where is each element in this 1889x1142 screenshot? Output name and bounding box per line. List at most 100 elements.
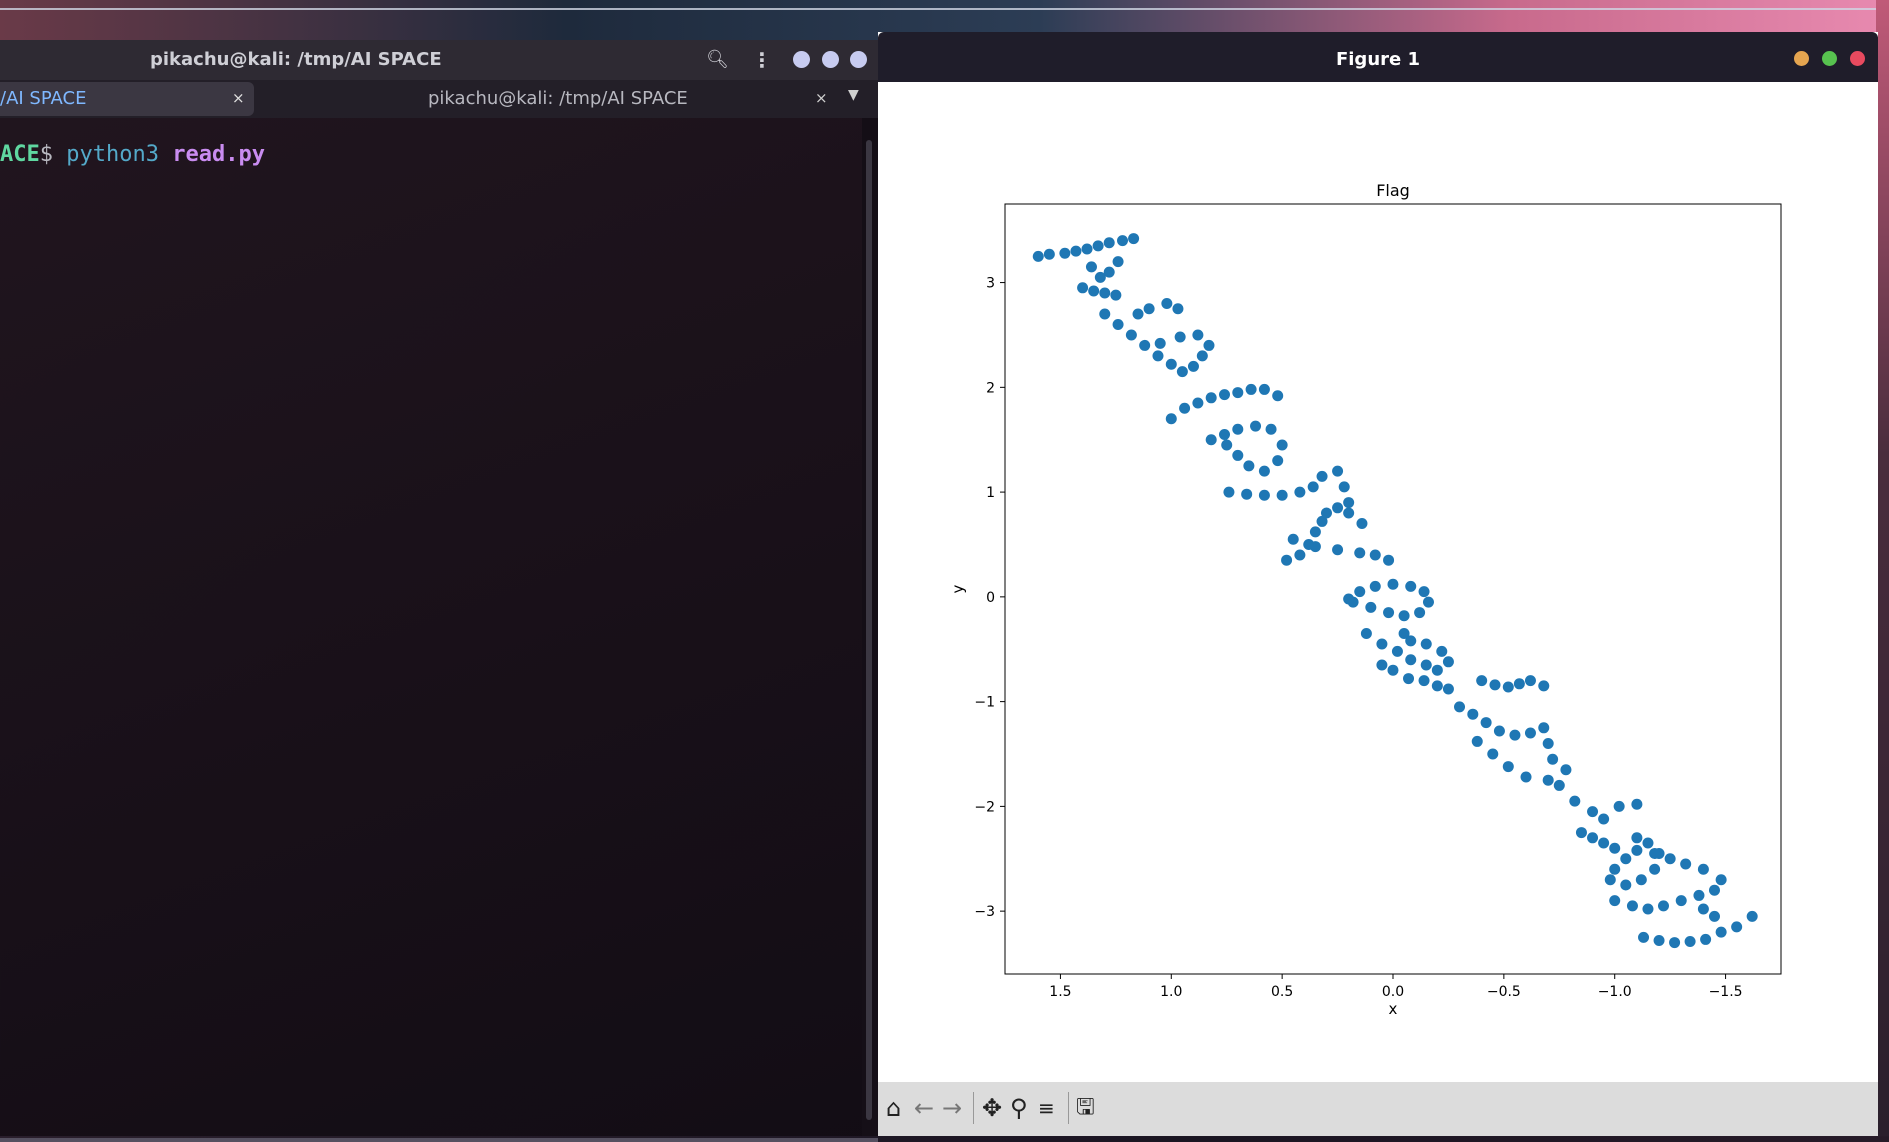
kebab-menu-icon[interactable]: ⋮ [752,48,772,72]
scatter-point [1489,679,1501,691]
scatter-point [1176,366,1188,378]
scatter-point [1420,659,1432,671]
configure-icon[interactable]: ≡ [1038,1094,1055,1122]
scatter-point [1085,261,1097,273]
scatter-point [1405,654,1417,666]
scatter-point [1276,489,1288,501]
forward-icon[interactable]: → [942,1094,962,1122]
scatter-point [1431,680,1443,692]
scatter-point [1125,329,1137,341]
scatter-point [1487,748,1499,760]
x-tick-label: 0.0 [1382,984,1404,1000]
scatter-point [1332,465,1344,477]
scatter-point [1520,771,1532,783]
scatter-point [1272,455,1284,467]
y-tick-label: 3 [986,276,995,292]
scatter-point [1369,549,1381,561]
scatter-point [1265,423,1277,435]
scatter-point [1110,289,1122,301]
terminal-titlebar[interactable]: pikachu@kali: /tmp/AI SPACE 🔍︎ ⋮ [0,40,878,80]
save-icon[interactable]: 🖫︎ [1076,1094,1095,1122]
y-tick-label: 0 [986,590,995,606]
maximize-button[interactable] [1822,51,1837,66]
close-button[interactable] [1850,51,1865,66]
x-tick-label: −1.5 [1709,984,1743,1000]
terminal-scrollbar[interactable] [866,140,872,1120]
scatter-point [1693,889,1705,901]
scatter-point [1431,664,1443,676]
command-argument: read.py [172,142,265,167]
scatter-point [1524,727,1536,739]
tab-menu-chevron-icon[interactable]: ▼ [848,87,859,103]
tab-close-icon[interactable]: × [232,89,245,107]
scatter-point [1613,800,1625,812]
scatter-point [1383,554,1395,566]
scatter-point [1343,497,1355,509]
scatter-point [1442,656,1454,668]
pan-icon[interactable]: ✥ [982,1094,1002,1122]
maximize-button[interactable] [822,51,839,68]
tab-inactive[interactable]: pikachu@kali: /tmp/AI SPACE [428,80,688,118]
figure-toolbar: ⌂ ← → ✥ ⚲ ≡ 🖫︎ [878,1082,1878,1136]
scatter-point [1365,601,1377,613]
scatter-point [1626,900,1638,912]
x-tick-label: 1.0 [1160,984,1182,1000]
scatter-point [1418,586,1430,598]
scatter-point [1172,303,1184,315]
scatter-point [1192,329,1204,341]
close-button[interactable] [850,51,867,68]
figure-canvas[interactable]: 1.5 1.0 0.5 0.0 −0.5 −1.0 −1.5 −3 −2 −1 0 1 2 3 Flag… [878,82,1878,1082]
scatter-point [1343,593,1355,605]
scatter-point [1664,853,1676,865]
scatter-point [1631,832,1643,844]
scatter-point [1547,753,1559,765]
scatter-point [1132,308,1144,320]
scatter-point [1161,298,1173,310]
scatter-point [1587,832,1599,844]
home-icon[interactable]: ⌂ [886,1094,901,1122]
scatter-point [1165,413,1177,425]
tab-close-icon[interactable]: × [815,89,828,107]
scatter-point [1343,507,1355,519]
scatter-point [1391,645,1403,657]
scatter-point [1103,266,1115,278]
scatter-point [1287,533,1299,545]
scatter-point [1294,549,1306,561]
scatter-point [1442,683,1454,695]
scatter-point [1250,420,1262,432]
scatter-point [1241,488,1253,500]
scatter-point [1332,544,1344,556]
scatter-point [1203,339,1215,351]
scatter-point [1697,863,1709,875]
scatter-point [1631,844,1643,856]
figure-window: Figure 1 1.5 1.0 0.5 0.0 −0.5 −1.0 −1.5 −3 −2 −1… [878,32,1878,1136]
shell-prompt: ACE$ python3 read.py [0,142,265,167]
scatter-point [1609,842,1621,854]
y-tick-label: 2 [986,380,995,396]
back-icon[interactable]: ← [914,1094,934,1122]
zoom-icon[interactable]: ⚲ [1010,1094,1028,1122]
scatter-point [1070,245,1082,257]
figure-titlebar[interactable]: Figure 1 [878,32,1878,82]
terminal-title: pikachu@kali: /tmp/AI SPACE [150,49,442,70]
y-tick-label: −3 [974,904,995,920]
scatter-point [1638,931,1650,943]
scatter-point [1309,541,1321,553]
y-axis-ticks: −3 −2 −1 0 1 2 3 [974,276,1005,920]
scatter-point [1387,578,1399,590]
scatter-point [1620,853,1632,865]
scatter-point [1338,481,1350,493]
scatter-point [1642,837,1654,849]
scatter-point [1560,764,1572,776]
scatter-point [1360,628,1372,640]
scatter-point [1332,502,1344,514]
search-icon[interactable]: 🔍︎ [706,49,729,70]
minimize-button[interactable] [793,51,810,68]
scatter-point [1631,798,1643,810]
scatter-point [1649,848,1661,860]
scatter-point [1043,248,1055,260]
terminal-body[interactable]: ACE$ python3 read.py [0,118,862,1136]
tab-active[interactable]: /AI SPACE × [0,82,254,116]
minimize-button[interactable] [1794,51,1809,66]
scatter-point [1354,547,1366,559]
